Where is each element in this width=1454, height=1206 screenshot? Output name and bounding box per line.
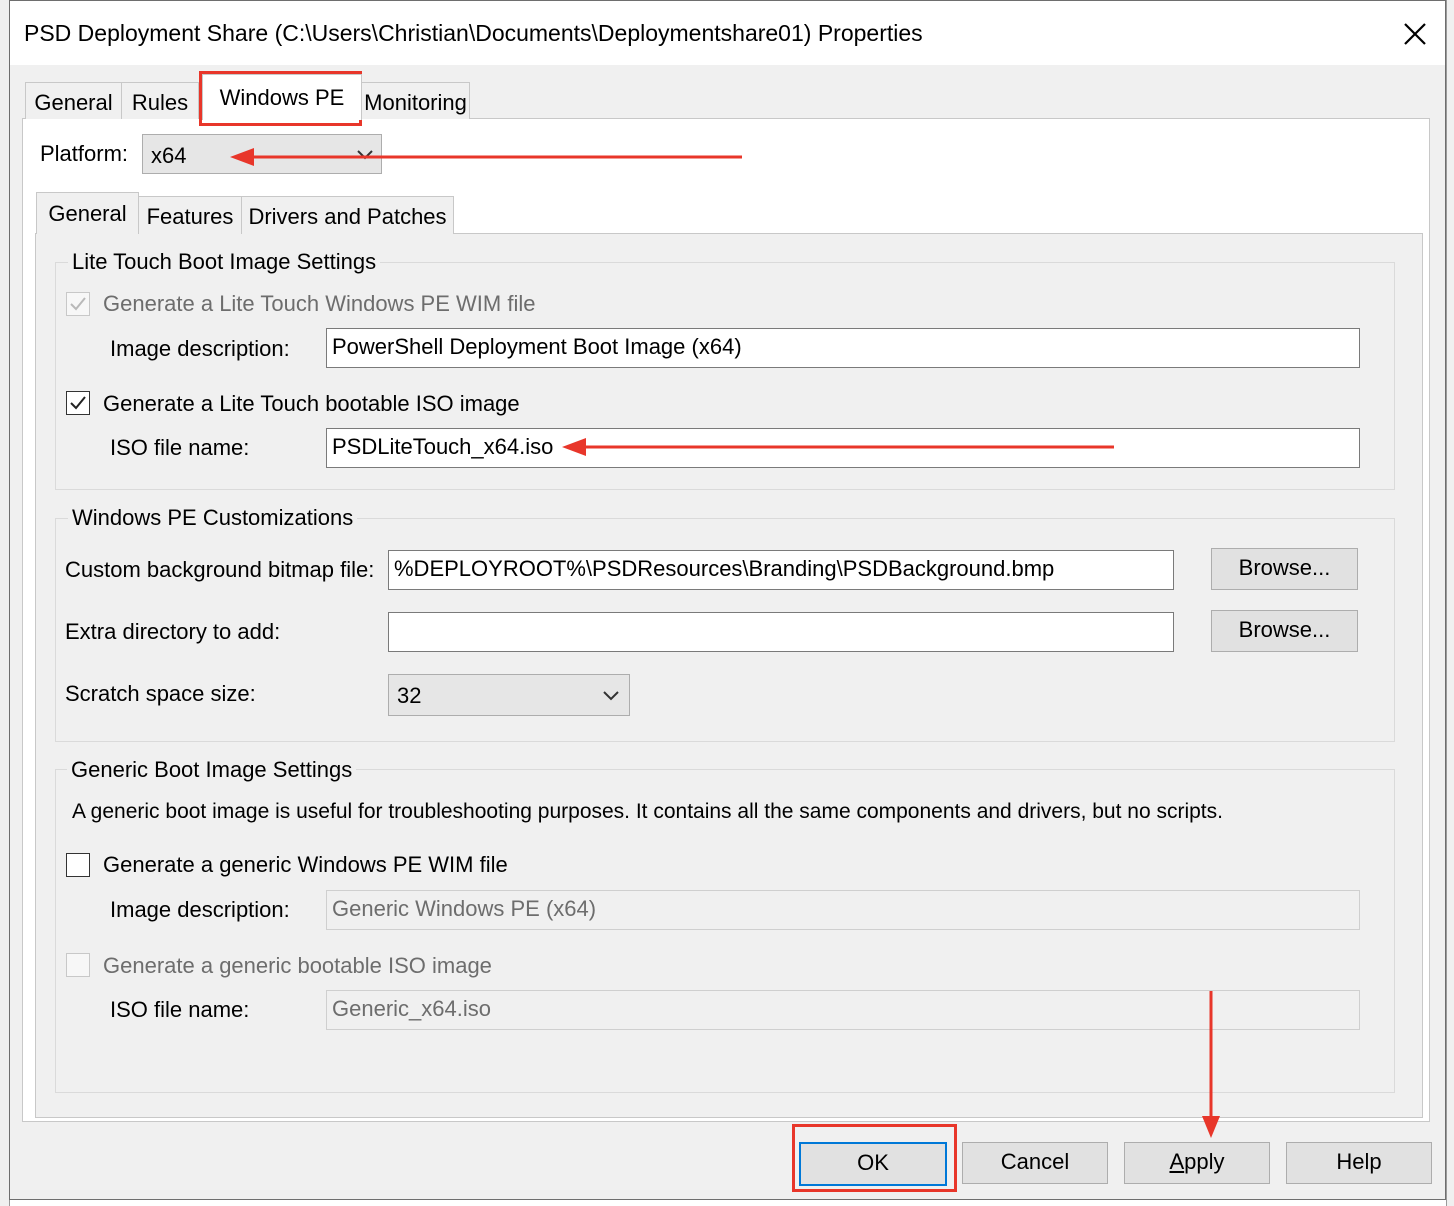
tab-windows-pe[interactable]: Windows PE [202, 74, 362, 120]
checkmark-icon [70, 297, 86, 311]
subtab-drivers-and-patches[interactable]: Drivers and Patches [241, 196, 454, 234]
generic-description-text: A generic boot image is useful for troub… [72, 800, 1223, 823]
platform-label: Platform: [40, 141, 129, 166]
apply-mnemonic: A [1169, 1149, 1185, 1174]
platform-select[interactable]: x64 [142, 134, 382, 174]
background-window-right [1446, 0, 1454, 1206]
platform-value: x64 [151, 143, 187, 168]
generic-iso-file-name-input[interactable]: Generic_x64.iso [326, 990, 1360, 1030]
browse-background-button[interactable]: Browse... [1211, 548, 1358, 590]
browse-extra-directory-button[interactable]: Browse... [1211, 610, 1358, 652]
lite-touch-image-description-input[interactable]: PowerShell Deployment Boot Image (x64) [326, 328, 1360, 368]
ok-button[interactable]: OK [799, 1142, 947, 1186]
chevron-down-icon [603, 691, 619, 701]
apply-button[interactable]: Apply [1124, 1142, 1270, 1184]
extra-directory-input[interactable] [388, 612, 1174, 652]
group-customizations-legend: Windows PE Customizations [68, 505, 358, 531]
generate-lite-touch-iso-checkbox[interactable] [66, 391, 90, 415]
cancel-button[interactable]: Cancel [962, 1142, 1108, 1184]
group-generic-legend: Generic Boot Image Settings [67, 757, 357, 783]
tab-rules[interactable]: Rules [121, 82, 199, 119]
apply-label-rest: pply [1184, 1149, 1225, 1174]
tab-general[interactable]: General [25, 82, 122, 119]
group-lite-touch-legend: Lite Touch Boot Image Settings [68, 249, 381, 275]
extra-directory-label: Extra directory to add: [65, 619, 281, 644]
lite-touch-iso-file-name-label: ISO file name: [110, 435, 250, 460]
lite-touch-iso-file-name-input[interactable]: PSDLiteTouch_x64.iso [326, 428, 1360, 468]
background-bitmap-label: Custom background bitmap file: [65, 557, 375, 582]
generate-generic-wim-label: Generate a generic Windows PE WIM file [103, 852, 508, 877]
subtab-features[interactable]: Features [138, 196, 242, 234]
generate-lite-touch-wim-checkbox[interactable] [66, 292, 90, 316]
generic-image-description-input[interactable]: Generic Windows PE (x64) [326, 890, 1360, 930]
background-bitmap-input[interactable]: %DEPLOYROOT%\PSDResources\Branding\PSDBa… [388, 550, 1174, 590]
generate-generic-iso-label: Generate a generic bootable ISO image [103, 953, 492, 978]
tab-monitoring[interactable]: Monitoring [361, 82, 470, 119]
generic-iso-file-name-label: ISO file name: [110, 997, 250, 1022]
checkmark-icon [70, 396, 86, 410]
generate-lite-touch-wim-label: Generate a Lite Touch Windows PE WIM fil… [103, 291, 536, 316]
generate-generic-wim-checkbox[interactable] [66, 853, 90, 877]
close-icon[interactable] [1395, 14, 1435, 54]
help-button[interactable]: Help [1286, 1142, 1432, 1184]
generate-lite-touch-iso-label: Generate a Lite Touch bootable ISO image [103, 391, 520, 416]
scratch-space-value: 32 [397, 683, 422, 708]
scratch-space-label: Scratch space size: [65, 681, 256, 706]
subtab-general[interactable]: General [36, 192, 139, 234]
generic-image-description-label: Image description: [110, 897, 290, 922]
lite-touch-image-description-label: Image description: [110, 336, 290, 361]
generate-generic-iso-checkbox[interactable] [66, 953, 90, 977]
chevron-down-icon [357, 150, 373, 160]
scratch-space-select[interactable]: 32 [388, 674, 630, 716]
dialog-title: PSD Deployment Share (C:\Users\Christian… [24, 20, 923, 46]
